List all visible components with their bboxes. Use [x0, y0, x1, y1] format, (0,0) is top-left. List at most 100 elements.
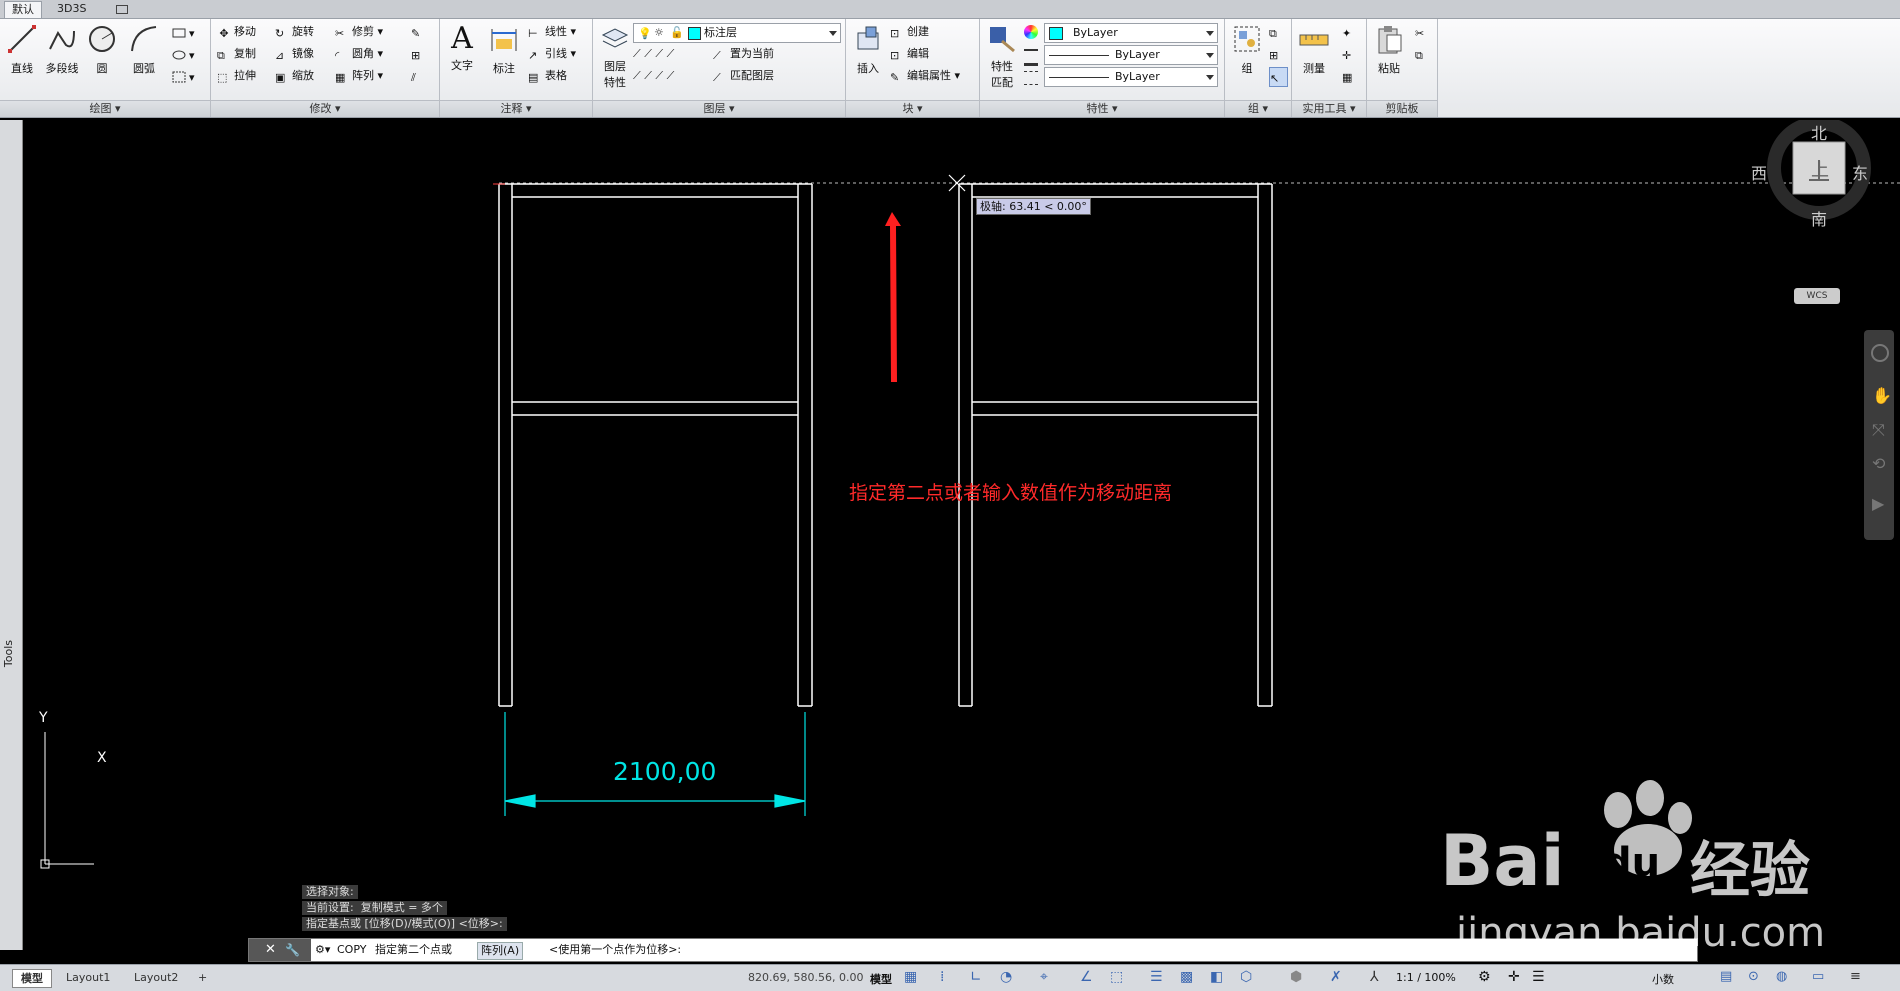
lineweight-toggle-icon[interactable]: ☰: [1150, 969, 1163, 985]
quick-select-button[interactable]: ✦: [1342, 23, 1359, 41]
annotation-scale[interactable]: 1:1 / 100%: [1396, 971, 1456, 984]
linetype-icon[interactable]: [1024, 71, 1038, 85]
layer-properties-button[interactable]: 图层 特性: [593, 23, 637, 90]
3d-osnap-icon[interactable]: ⬡: [1240, 969, 1252, 985]
move-button[interactable]: ✥ 移动: [217, 23, 256, 41]
lineweight-dropdown[interactable]: ByLayer: [1044, 45, 1218, 65]
command-recent-icon[interactable]: ⚙▾: [315, 939, 330, 961]
plus-crosshair-icon[interactable]: ✛: [1508, 969, 1520, 985]
insert-button[interactable]: 插入: [846, 23, 890, 76]
calculator-button[interactable]: ▦: [1342, 67, 1359, 85]
panel-block-title[interactable]: 块 ▾: [846, 100, 979, 117]
color-wheel-icon[interactable]: [1024, 25, 1038, 39]
workspace-gear-icon[interactable]: ⚙: [1478, 969, 1491, 985]
explode-button[interactable]: ⊞: [411, 45, 428, 63]
boundary-button[interactable]: ▾: [172, 69, 195, 87]
ungroup-button[interactable]: ⧉: [1269, 23, 1286, 41]
text-button[interactable]: A 文字: [440, 23, 484, 73]
close-icon[interactable]: ✕: [265, 939, 276, 961]
coordinate-readout[interactable]: 820.69, 580.56, 0.00: [748, 971, 863, 984]
selection-cycling-icon[interactable]: ◧: [1210, 969, 1223, 985]
panel-utilities-title[interactable]: 实用工具 ▾: [1292, 100, 1366, 117]
workspace-dropdown[interactable]: [112, 1, 134, 17]
panel-group-title[interactable]: 组 ▾: [1225, 100, 1291, 117]
zoom-icon[interactable]: ⤧: [1872, 420, 1885, 440]
set-current-button[interactable]: ⟋ 置为当前: [713, 45, 774, 63]
lineweight-icon[interactable]: [1024, 49, 1038, 66]
color-dropdown[interactable]: ByLayer: [1044, 23, 1218, 43]
linear-button[interactable]: ⊢ 线性 ▾: [528, 23, 576, 41]
dynamic-ucs-icon[interactable]: ⬚: [1110, 969, 1123, 985]
compass-east[interactable]: 东: [1852, 160, 1868, 184]
group-edit-button[interactable]: ⊞: [1269, 45, 1286, 63]
pan-hand-icon[interactable]: ✋: [1872, 386, 1892, 405]
layer-tools-row1[interactable]: ⟋ ⟋ ⟋ ⟋: [633, 45, 674, 63]
measure-button[interactable]: 测量: [1292, 23, 1336, 76]
tab-layout1[interactable]: Layout1: [58, 969, 118, 986]
model-space-button[interactable]: 模型: [870, 971, 892, 987]
annotation-visibility-icon[interactable]: ✗: [1330, 969, 1342, 985]
trim-button[interactable]: ✂ 修剪 ▾: [335, 23, 383, 41]
circle-button[interactable]: 圆: [80, 23, 124, 76]
panel-draw-title[interactable]: 绘图 ▾: [0, 100, 210, 117]
compass-west[interactable]: 西: [1751, 160, 1767, 184]
grid-icon[interactable]: ▦: [904, 969, 917, 985]
erase-button[interactable]: ✎: [411, 23, 428, 41]
layer-dropdown[interactable]: 💡 ☼ 🔓 标注层: [633, 23, 841, 43]
rotate-button[interactable]: ↻ 旋转: [275, 23, 314, 41]
array-button[interactable]: ▦ 阵列 ▾: [335, 67, 383, 85]
compass-north[interactable]: 北: [1811, 120, 1827, 144]
group-select-toggle[interactable]: ↖: [1269, 67, 1288, 87]
stretch-button[interactable]: ⬚ 拉伸: [217, 67, 256, 85]
annotation-scale-icon[interactable]: ⅄: [1370, 969, 1379, 985]
leader-button[interactable]: ↗ 引线 ▾: [528, 45, 576, 63]
cut-button[interactable]: ✂: [1415, 23, 1432, 41]
isolate-icon[interactable]: ☰: [1532, 969, 1545, 985]
table-button[interactable]: ▤ 表格: [528, 67, 567, 85]
compass-south[interactable]: 南: [1811, 206, 1827, 230]
edit-block-button[interactable]: ⊡ 编辑: [890, 45, 929, 63]
ortho-icon[interactable]: ∟: [970, 969, 982, 985]
fillet-button[interactable]: ◜ 圆角 ▾: [335, 45, 383, 63]
lock-ui-icon[interactable]: ⊙: [1748, 969, 1759, 984]
tab-layout2[interactable]: Layout2: [126, 969, 186, 986]
rectangle-button[interactable]: ▾: [172, 25, 195, 43]
match-layer-button[interactable]: ⟋ 匹配图层: [713, 67, 774, 85]
tab-default[interactable]: 默认: [4, 1, 42, 18]
transparency-icon[interactable]: ▩: [1180, 969, 1193, 985]
copy-clip-button[interactable]: ⧉: [1415, 45, 1432, 63]
add-layout-button[interactable]: +: [194, 969, 211, 986]
panel-annotation-title[interactable]: 注释 ▾: [440, 100, 592, 117]
wcs-menu[interactable]: WCS: [1794, 288, 1840, 304]
showmotion-icon[interactable]: ▶: [1872, 494, 1884, 513]
point-button[interactable]: ✛: [1342, 45, 1359, 63]
dimension-button[interactable]: 标注: [482, 23, 526, 76]
polar-icon[interactable]: ◔: [1000, 969, 1012, 985]
customize-icon[interactable]: ≡: [1850, 969, 1861, 984]
clean-screen-icon[interactable]: ▭: [1812, 969, 1824, 984]
command-option-array[interactable]: 阵列(A): [477, 942, 524, 960]
tab-model[interactable]: 模型: [12, 969, 52, 988]
tool-palette-strip[interactable]: Tools: [0, 120, 23, 950]
edit-attributes-button[interactable]: ✎ 编辑属性 ▾: [890, 67, 960, 85]
otrack-icon[interactable]: ∠: [1080, 969, 1093, 985]
panel-properties-title[interactable]: 特性 ▾: [980, 100, 1224, 117]
line-button[interactable]: 直线: [0, 23, 44, 76]
offset-button[interactable]: ⫽: [411, 67, 428, 85]
mirror-button[interactable]: ⊿ 镜像: [275, 45, 314, 63]
steering-wheel-icon[interactable]: [1871, 344, 1889, 362]
units-dropdown[interactable]: 小数: [1652, 971, 1674, 987]
polyline-button[interactable]: 多段线: [40, 23, 84, 76]
quick-properties-icon[interactable]: ▤: [1720, 969, 1732, 984]
create-block-button[interactable]: ⊡ 创建: [890, 23, 929, 41]
command-line-handle[interactable]: ✕ 🔧: [249, 939, 311, 961]
wrench-icon[interactable]: 🔧: [285, 939, 300, 961]
copy-button[interactable]: ⧉ 复制: [217, 45, 256, 63]
hardware-accel-icon[interactable]: ◍: [1776, 969, 1787, 984]
gizmo-icon[interactable]: ⬢: [1290, 969, 1302, 985]
hatch-button[interactable]: ▾: [172, 47, 195, 65]
osnap-icon[interactable]: ⌖: [1040, 969, 1048, 985]
orbit-icon[interactable]: ⟲: [1872, 454, 1885, 473]
snap-icon[interactable]: ⁞: [940, 969, 944, 985]
paste-button[interactable]: 粘贴: [1367, 23, 1411, 76]
